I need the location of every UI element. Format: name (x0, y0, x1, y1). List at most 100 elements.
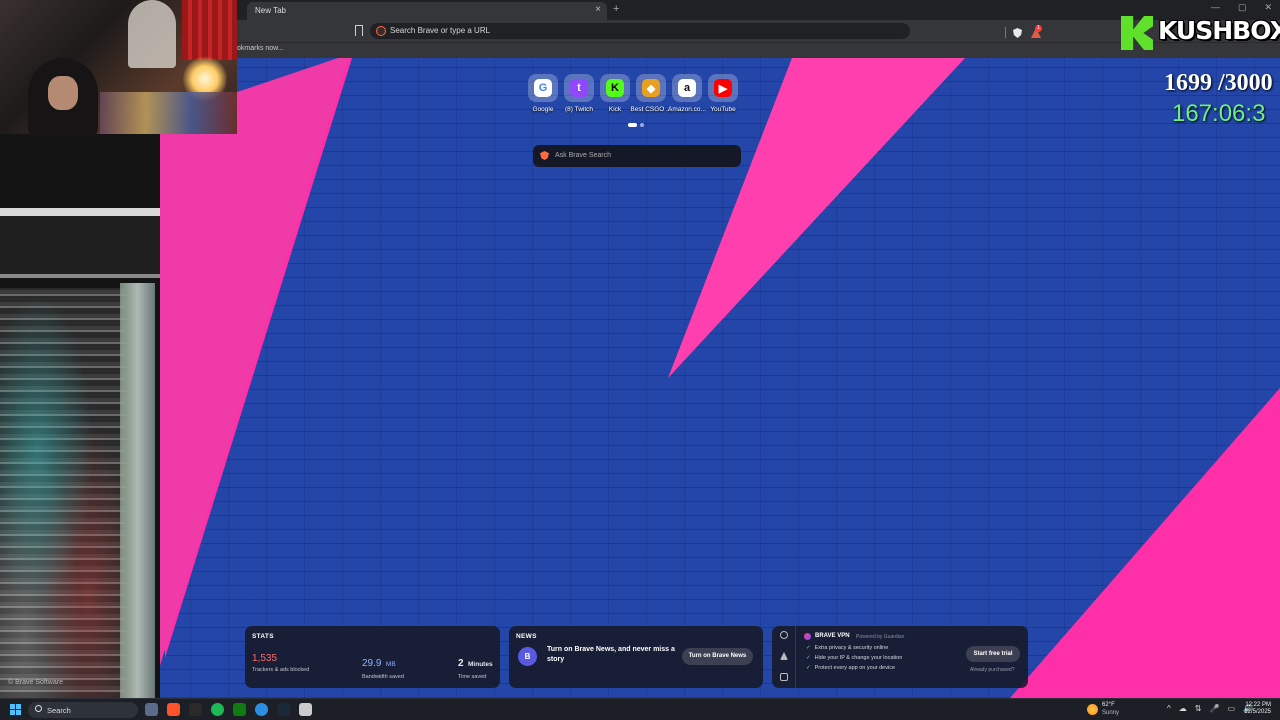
top-site-tile[interactable]: a (672, 74, 702, 102)
cam-background-figure (128, 0, 176, 68)
stat-bandwidth: 29.9 MB Bandwidth saved (362, 653, 404, 680)
graffiti-shutter (0, 288, 125, 698)
onedrive-icon[interactable]: ☁ (1179, 704, 1187, 713)
spotify-icon[interactable] (211, 703, 224, 716)
edge-icon[interactable] (255, 703, 268, 716)
taskbar-search-label: Search (47, 706, 71, 715)
terminal-icon[interactable] (189, 703, 202, 716)
top-site-tile[interactable]: ▶ (708, 74, 738, 102)
brave-lion-icon (540, 151, 549, 160)
bandwidth-unit: MB (385, 661, 396, 668)
vpn-title: BRAVE VPN (815, 633, 850, 639)
subathon-counter: 1699 /3000 (1164, 70, 1273, 96)
google-icon: G (534, 79, 552, 97)
tab-new-tab[interactable]: New Tab × (247, 2, 607, 20)
steam-icon[interactable] (277, 703, 290, 716)
kushbox-brand: KUSHBOX (1158, 16, 1280, 45)
top-site-csgo[interactable]: ◆ Best CSGO ... (630, 74, 672, 113)
rewards-badge: 1 (1035, 25, 1042, 32)
page-dot[interactable] (640, 123, 644, 127)
xbox-icon[interactable] (233, 703, 246, 716)
top-site-label: Best CSGO ... (630, 106, 672, 113)
widget-switcher (772, 626, 796, 688)
trackers-blocked-value: 1,535 (252, 653, 278, 664)
screen: © Brave Software New Tab × + — ▢ ✕ Searc… (0, 0, 1280, 720)
display-icon[interactable]: ▭ (1227, 704, 1235, 713)
vpn-widget[interactable]: BRAVE VPN Powered by Guardian Extra priv… (772, 626, 1028, 688)
pinned-apps (145, 703, 312, 716)
page-dot-active[interactable] (628, 123, 637, 127)
twitch-icon: t (570, 79, 588, 97)
brave-icon[interactable] (167, 703, 180, 716)
new-tab-button[interactable]: + (613, 3, 619, 15)
turn-on-news-button[interactable]: Turn on Brave News (682, 648, 753, 665)
maximize-icon[interactable]: ▢ (1238, 2, 1247, 13)
brave-shields-icon[interactable] (1013, 28, 1022, 38)
weather-temp: 62°F (1102, 702, 1115, 708)
close-window-icon[interactable]: ✕ (1264, 2, 1272, 13)
notepad-icon[interactable] (299, 703, 312, 716)
top-site-google[interactable]: G Google (528, 74, 558, 113)
vpn-feature: Extra privacy & security online (806, 645, 889, 651)
time-saved-label: Time saved (458, 674, 487, 680)
top-sites: G Google t (8) Twitch K Kick ◆ Best CSGO… (528, 74, 738, 113)
already-purchased-link[interactable]: Already purchased? (970, 667, 1014, 673)
top-site-label: Kick (608, 106, 622, 113)
widgets-icon[interactable] (145, 703, 158, 716)
top-site-kick[interactable]: K Kick (600, 74, 630, 113)
bookmark-icon[interactable] (355, 25, 363, 36)
top-site-tile[interactable]: K (600, 74, 630, 102)
top-site-label: (8) Twitch (564, 106, 594, 113)
talk-tab-icon[interactable] (780, 673, 788, 681)
window-controls: — ▢ ✕ (1211, 2, 1272, 13)
top-site-tile[interactable]: ◆ (636, 74, 666, 102)
stats-widget[interactable]: STATS 1,535 Trackers & ads blocked 29.9 … (245, 626, 500, 688)
clock-date: 12/5/2025 (1244, 709, 1271, 715)
taskbar-clock[interactable]: 12:22 PM 12/5/2025 (1241, 702, 1271, 715)
minimize-icon[interactable]: — (1211, 2, 1220, 13)
top-site-label: Google (532, 106, 554, 113)
stat-time: 2 Minutes Time saved (458, 653, 493, 680)
vpn-feature: Protect every app on your device (806, 665, 895, 671)
microphone-icon[interactable]: 🎤 (1209, 704, 1219, 713)
address-divider (1005, 27, 1006, 38)
bandwidth-value: 29.9 (362, 658, 382, 669)
vpn-feature: Hide your IP & change your location (806, 655, 903, 661)
top-site-label: Amazon.co... (668, 106, 706, 113)
news-widget[interactable]: NEWS B Turn on Brave News, and never mis… (509, 626, 763, 688)
top-site-label: YouTube (710, 106, 736, 113)
youtube-icon: ▶ (714, 79, 732, 97)
storefront-awning (0, 208, 160, 278)
search-placeholder: Ask Brave Search (555, 152, 612, 159)
subathon-timer: 167:06:3 (1172, 100, 1266, 127)
start-free-trial-button[interactable]: Start free trial (966, 646, 1020, 662)
top-site-tile[interactable]: t (564, 74, 594, 102)
top-site-amazon[interactable]: a Amazon.co... (668, 74, 706, 113)
network-icon[interactable]: ⇅ (1195, 704, 1202, 713)
top-site-youtube[interactable]: ▶ YouTube (708, 74, 738, 113)
rewards-tab-icon[interactable] (780, 652, 788, 660)
trackers-blocked-label: Trackers & ads blocked (252, 667, 310, 673)
windows-start-icon[interactable] (10, 704, 21, 715)
top-site-twitch[interactable]: t (8) Twitch (564, 74, 594, 113)
tray-overflow-icon[interactable]: ^ (1167, 704, 1171, 713)
tab-title: New Tab (255, 6, 286, 15)
vpn-powered-by: Powered by Guardian (856, 634, 905, 640)
top-site-tile[interactable]: G (528, 74, 558, 102)
kick-icon: K (606, 79, 624, 97)
brave-search-box[interactable]: Ask Brave Search (533, 145, 741, 167)
vpn-tab-icon[interactable] (780, 631, 788, 639)
taskbar-search[interactable]: Search (28, 702, 138, 718)
sun-icon (1087, 704, 1098, 715)
wallpaper-credit[interactable]: © Brave Software (8, 679, 63, 686)
painted-pillar (120, 283, 155, 698)
address-placeholder: Search Brave or type a URL (390, 26, 491, 35)
close-tab-icon[interactable]: × (595, 4, 601, 15)
address-bar[interactable]: Search Brave or type a URL 1 (370, 23, 1042, 39)
brave-search-icon (376, 26, 386, 36)
amazon-icon: a (678, 79, 696, 97)
import-bookmarks-link[interactable]: okmarks now... (237, 45, 284, 52)
csgo-case-icon: ◆ (642, 79, 660, 97)
bandwidth-value-row: 29.9 MB (362, 653, 404, 671)
news-promo-text: Turn on Brave News, and never miss a sto… (547, 646, 675, 663)
